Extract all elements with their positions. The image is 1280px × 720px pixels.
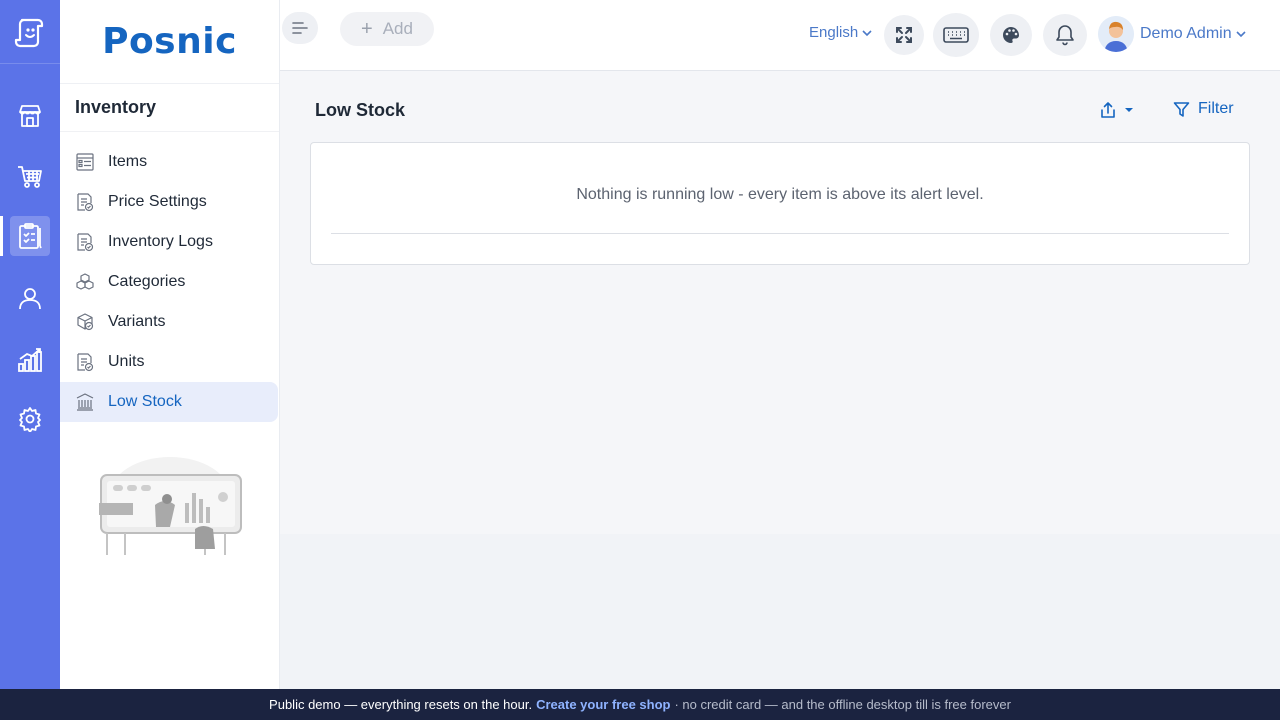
share-upload-icon <box>1101 102 1115 118</box>
logs-doc-icon <box>77 233 94 252</box>
bell-icon <box>1056 25 1074 46</box>
empty-state-message: Nothing is running low - every item is a… <box>576 186 984 203</box>
store-icon <box>19 105 41 127</box>
chevron-down-icon <box>1236 31 1246 38</box>
user-icon <box>19 288 41 310</box>
demo-banner: Public demo — everything resets on the h… <box>0 689 1280 720</box>
theme-button[interactable] <box>990 14 1032 56</box>
add-button-label: Add <box>382 19 413 38</box>
chevron-down-icon <box>862 29 872 36</box>
main-content: Low Stock Filter Nothing is running low … <box>280 71 1280 534</box>
rail-inventory[interactable] <box>0 216 50 256</box>
rail-settings[interactable] <box>10 399 50 439</box>
sidebar-item-price-settings[interactable]: Price Settings <box>60 182 278 222</box>
sidebar-section-title: Inventory <box>60 84 279 132</box>
avatar <box>1098 16 1134 52</box>
sidebar-item-label: Variants <box>108 313 166 330</box>
scroll-logo-icon <box>14 18 44 47</box>
app-logo[interactable] <box>0 0 60 64</box>
rail-contacts[interactable] <box>10 278 50 318</box>
export-button[interactable] <box>1100 101 1134 119</box>
sidebar-item-units[interactable]: Units <box>60 342 278 382</box>
filter-label: Filter <box>1198 100 1234 117</box>
workspace-illustration <box>99 457 242 555</box>
sidebar-menu: Items Price Settings Inventory Logs Cate… <box>60 132 279 422</box>
icon-rail <box>0 0 60 689</box>
sidebar-item-label: Units <box>108 353 145 370</box>
create-shop-link[interactable]: Create your free shop <box>536 697 670 712</box>
gear-icon <box>19 407 41 432</box>
sidebar-item-label: Low Stock <box>108 393 182 410</box>
keyboard-icon <box>943 27 969 43</box>
price-doc-icon <box>77 193 94 212</box>
filter-icon <box>1173 101 1190 117</box>
sidebar-item-items[interactable]: Items <box>60 142 278 182</box>
keyboard-shortcuts-button[interactable] <box>933 13 979 57</box>
sidebar-item-variants[interactable]: Variants <box>60 302 278 342</box>
page-title: Low Stock <box>315 100 406 120</box>
menu-toggle-button[interactable] <box>282 12 318 44</box>
sidebar-item-inventory-logs[interactable]: Inventory Logs <box>60 222 278 262</box>
add-button[interactable]: + Add <box>340 12 434 46</box>
secondary-sidebar: Posnic Inventory Items Price Settings In… <box>60 0 280 689</box>
sidebar-item-label: Inventory Logs <box>108 233 213 250</box>
user-avatar-icon <box>1098 16 1134 52</box>
rail-sales[interactable] <box>10 156 50 196</box>
units-doc-icon <box>77 353 94 372</box>
top-header: + Add English Demo Admin <box>280 0 1280 71</box>
categories-cubes-icon <box>76 273 94 290</box>
variants-box-icon <box>77 313 94 331</box>
banner-text-start: Public demo — everything resets on the h… <box>269 697 533 712</box>
user-name: Demo Admin <box>1140 25 1232 42</box>
sidebar-item-categories[interactable]: Categories <box>60 262 278 302</box>
user-menu[interactable]: Demo Admin <box>1098 16 1247 52</box>
plus-icon: + <box>361 17 373 40</box>
low-stock-icon <box>76 393 94 411</box>
inventory-clipboard-icon <box>19 223 42 249</box>
caret-down-icon <box>1125 108 1133 112</box>
sidebar-item-label: Categories <box>108 273 186 290</box>
brand-name: Posnic <box>102 21 237 62</box>
rail-store[interactable] <box>10 96 50 136</box>
language-label: English <box>809 24 859 41</box>
banner-text-end: · no credit card — and the offline deskt… <box>674 697 1011 712</box>
notifications-button[interactable] <box>1043 14 1087 56</box>
sidebar-item-low-stock[interactable]: Low Stock <box>60 382 278 422</box>
sidebar-item-label: Items <box>108 153 148 170</box>
analytics-icon <box>18 348 42 372</box>
items-list-icon <box>76 153 94 171</box>
align-left-icon <box>292 22 308 34</box>
rail-reports[interactable] <box>10 340 50 380</box>
sidebar-item-label: Price Settings <box>108 193 207 210</box>
fullscreen-icon <box>896 27 912 43</box>
palette-icon <box>1003 27 1019 43</box>
filter-button[interactable]: Filter <box>1173 100 1234 118</box>
low-stock-card: Nothing is running low - every item is a… <box>310 142 1250 265</box>
fullscreen-button[interactable] <box>884 15 924 55</box>
language-selector[interactable]: English <box>809 24 873 41</box>
cart-icon <box>18 166 42 188</box>
divider <box>331 233 1229 234</box>
brand-logo[interactable]: Posnic <box>60 0 279 84</box>
